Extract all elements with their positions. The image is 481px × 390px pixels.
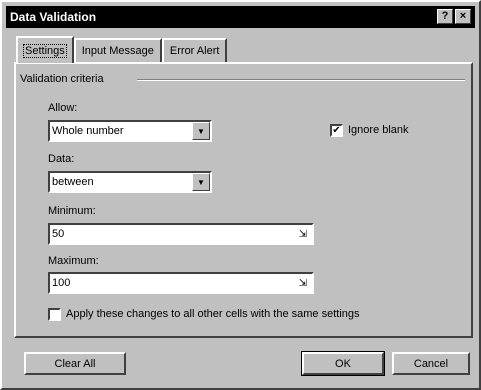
tab-settings-label: Settings — [23, 43, 67, 58]
tab-error-alert[interactable]: Error Alert — [161, 38, 228, 62]
maximum-label: Maximum: — [48, 255, 99, 267]
ok-label: OK — [335, 357, 351, 370]
data-validation-dialog: Data Validation ? × Settings Input Messa… — [0, 0, 481, 390]
tab-error-alert-label: Error Alert — [169, 45, 220, 57]
close-icon[interactable]: × — [455, 9, 471, 24]
window-title: Data Validation — [10, 10, 97, 24]
minimum-label: Minimum: — [48, 205, 96, 217]
ignore-blank-checkbox[interactable]: ✔ — [330, 124, 343, 137]
apply-changes-label: Apply these changes to all other cells w… — [66, 308, 360, 320]
cancel-label: Cancel — [413, 357, 449, 370]
range-select-icon[interactable]: ⇲ — [295, 226, 311, 242]
minimum-value: 50 — [52, 228, 65, 240]
allow-dropdown[interactable]: Whole number ▼ — [48, 120, 212, 142]
validation-criteria-label: Validation criteria — [20, 73, 104, 85]
allow-label: Allow: — [48, 102, 78, 114]
tab-strip: Settings Input Message Error Alert — [16, 36, 228, 63]
settings-panel — [14, 62, 473, 338]
data-dropdown[interactable]: between ▼ — [48, 171, 212, 193]
group-divider — [137, 79, 465, 81]
maximum-input[interactable]: 100 ⇲ — [48, 272, 314, 294]
allow-value: Whole number — [52, 125, 124, 137]
chevron-down-icon[interactable]: ▼ — [192, 122, 210, 140]
apply-changes-checkbox[interactable] — [48, 308, 61, 321]
range-select-icon[interactable]: ⇲ — [295, 275, 311, 291]
help-icon[interactable]: ? — [437, 9, 453, 24]
title-bar[interactable]: Data Validation ? × — [6, 6, 475, 28]
maximum-value: 100 — [52, 277, 71, 289]
ok-button[interactable]: OK — [301, 351, 385, 376]
tab-input-message[interactable]: Input Message — [73, 38, 162, 62]
clear-all-label: Clear All — [54, 357, 96, 370]
clear-all-button[interactable]: Clear All — [24, 352, 126, 375]
data-label: Data: — [48, 153, 75, 165]
minimum-input[interactable]: 50 ⇲ — [48, 223, 314, 245]
chevron-down-icon[interactable]: ▼ — [192, 173, 210, 191]
cancel-button[interactable]: Cancel — [392, 352, 470, 375]
data-value: between — [52, 176, 94, 188]
tab-input-message-label: Input Message — [81, 45, 154, 57]
tab-settings[interactable]: Settings — [16, 36, 74, 63]
ignore-blank-label: Ignore blank — [348, 124, 409, 136]
